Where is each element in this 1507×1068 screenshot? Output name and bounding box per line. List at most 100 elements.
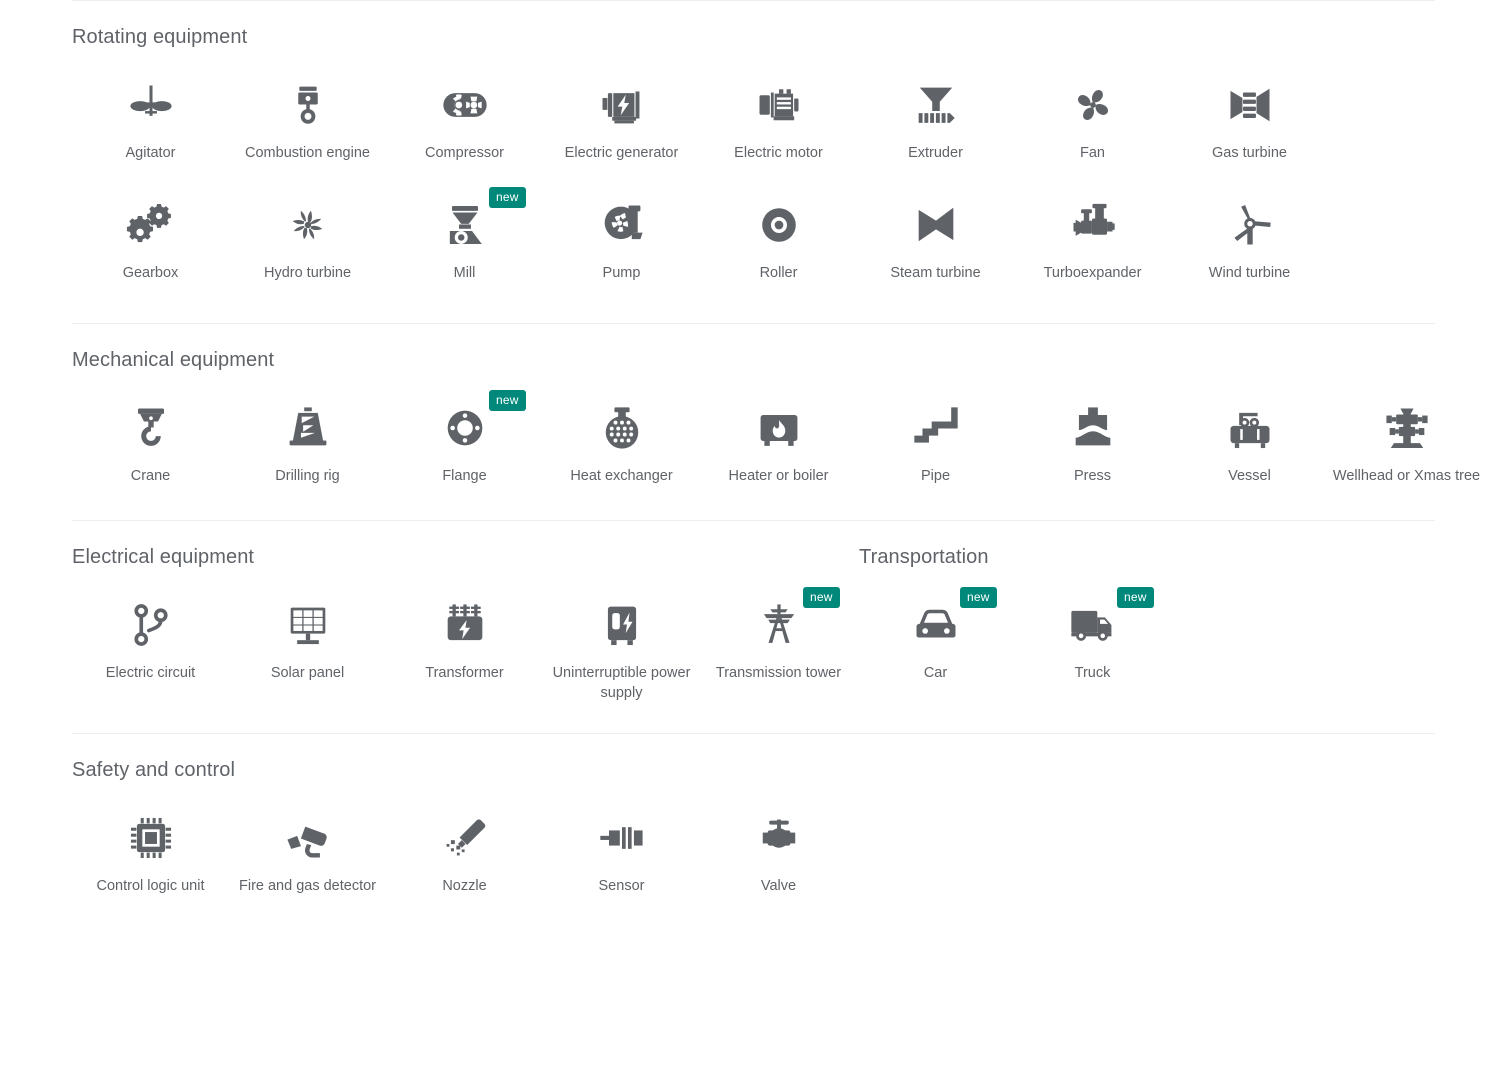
icon-label: Gearbox [122,265,179,281]
icon-label: Transformer [425,665,504,681]
icon-label: Vessel [1228,468,1271,484]
electric-circuit-icon [123,597,179,653]
icon-label: Steam turbine [890,265,981,281]
truck-icon [1065,597,1121,653]
compressor-icon [437,77,493,133]
icon-cell-electric-generator[interactable]: Electric generator [543,63,700,163]
solar-panel-icon [280,597,336,653]
icon-cell-drilling-rig[interactable]: Drilling rig [229,386,386,486]
icon-cell-vessel[interactable]: Vessel [1171,386,1328,486]
icon-cell-gearbox[interactable]: Gearbox [72,183,229,283]
nozzle-icon [437,810,493,866]
icon-cell-wellhead-or-xmas-tree[interactable]: Wellhead or Xmas tree [1328,386,1485,486]
icon-cell-electric-circuit[interactable]: Electric circuit [72,583,229,703]
flange-icon [437,400,493,456]
icon-label: Turboexpander [1043,265,1142,281]
icon-cell-transmission-tower[interactable]: Transmission tower new [700,583,857,703]
new-badge: new [803,587,840,608]
icon-row: Electric circuit Solar panel Transformer Un… [72,583,1435,703]
new-badge: new [489,187,526,208]
icon-cell-pump[interactable]: Pump [543,183,700,283]
gas-turbine-icon [1222,77,1278,133]
icon-cell-gas-turbine[interactable]: Gas turbine [1171,63,1328,163]
icon-cell-agitator[interactable]: Agitator [72,63,229,163]
drilling-rig-icon [280,400,336,456]
fan-icon [1065,77,1121,133]
roller-icon [751,197,807,253]
icon-cell-fan[interactable]: Fan [1014,63,1171,163]
icon-label: Pipe [920,468,951,484]
icon-cell-valve[interactable]: Valve [700,796,857,896]
press-icon [1065,400,1121,456]
icon-label: Compressor [425,145,504,161]
icon-cell-crane[interactable]: Crane [72,386,229,486]
icon-cell-steam-turbine[interactable]: Steam turbine [857,183,1014,283]
icon-cell-turboexpander[interactable]: Turboexpander [1014,183,1171,283]
icon-label: Drilling rig [275,468,340,484]
icon-row: Crane Drilling rig Flange new Heat exchanger… [72,386,1480,486]
sensor-icon [594,810,650,866]
section-title-electrical-equipment: Electrical equipment [72,546,255,568]
ups-icon [594,597,650,653]
icon-cell-solar-panel[interactable]: Solar panel [229,583,386,703]
icon-label: Gas turbine [1212,145,1287,161]
new-badge: new [960,587,997,608]
icon-label: Roller [759,265,798,281]
transmission-tower-icon [751,597,807,653]
icon-cell-mill[interactable]: Mill new [386,183,543,283]
car-icon [908,597,964,653]
icon-cell-electric-motor[interactable]: Electric motor [700,63,857,163]
icon-label: Wind turbine [1208,265,1291,281]
icon-label: Crane [130,468,171,484]
icon-label: Pump [602,265,641,281]
icon-cell-wind-turbine[interactable]: Wind turbine [1171,183,1328,283]
icon-label: Transmission tower [715,665,842,681]
icon-cell-extruder[interactable]: Extruder [857,63,1014,163]
section-title-transportation: Transportation [859,546,989,568]
icon-cell-uninterruptible-power-supply[interactable]: Uninterruptible power supply [543,583,700,703]
icon-cell-nozzle[interactable]: Nozzle [386,796,543,896]
icon-label: Press [1073,468,1112,484]
icon-cell-compressor[interactable]: Compressor [386,63,543,163]
icon-label: Heater or boiler [728,468,829,484]
icon-label: Combustion engine [245,145,370,161]
icon-cell-heat-exchanger[interactable]: Heat exchanger [543,386,700,486]
heat-exchanger-icon [594,400,650,456]
icon-cell-hydro-turbine[interactable]: Hydro turbine [229,183,386,283]
icon-cell-combustion-engine[interactable]: Combustion engine [229,63,386,163]
gearbox-icon [123,197,179,253]
icon-cell-flange[interactable]: Flange new [386,386,543,486]
icon-label: Control logic unit [96,878,205,894]
icon-cell-press[interactable]: Press [1014,386,1171,486]
transformer-icon [437,597,493,653]
section-electrical-equipment: Electrical equipment Transportation Elec… [0,521,1507,703]
icon-cell-control-logic-unit[interactable]: Control logic unit [72,796,229,896]
new-badge: new [1117,587,1154,608]
icon-label: Nozzle [442,878,487,894]
heater-or-boiler-icon [751,400,807,456]
icon-cell-pipe[interactable]: Pipe [857,386,1014,486]
section-title-safety-and-control: Safety and control [72,759,236,781]
control-logic-unit-icon [123,810,179,866]
icon-cell-heater-or-boiler[interactable]: Heater or boiler [700,386,857,486]
icon-cell-sensor[interactable]: Sensor [543,796,700,896]
hydro-turbine-icon [280,197,336,253]
section-mechanical-equipment: Mechanical equipment Crane Drilling rig Fl… [0,324,1507,486]
icon-label: Electric generator [564,145,679,161]
icon-cell-truck[interactable]: Truck new [1014,583,1171,703]
extruder-icon [908,77,964,133]
icon-cell-car[interactable]: Car new [857,583,1014,703]
icon-label: Uninterruptible power supply [552,665,691,701]
icon-label: Truck [1074,665,1111,681]
icon-cell-fire-and-gas-detector[interactable]: Fire and gas detector [229,796,386,896]
section-title-rotating-equipment: Rotating equipment [72,26,248,48]
icon-cell-roller[interactable]: Roller [700,183,857,283]
icon-cell-transformer[interactable]: Transformer [386,583,543,703]
icon-row: Gearbox Hydro turbine Mill new Pump Roller Ste… [72,183,1435,283]
section-rotating-equipment: Rotating equipment Agitator Combustion en… [0,1,1507,283]
icon-label: Fan [1080,145,1105,161]
icon-label: Mill [453,265,476,281]
